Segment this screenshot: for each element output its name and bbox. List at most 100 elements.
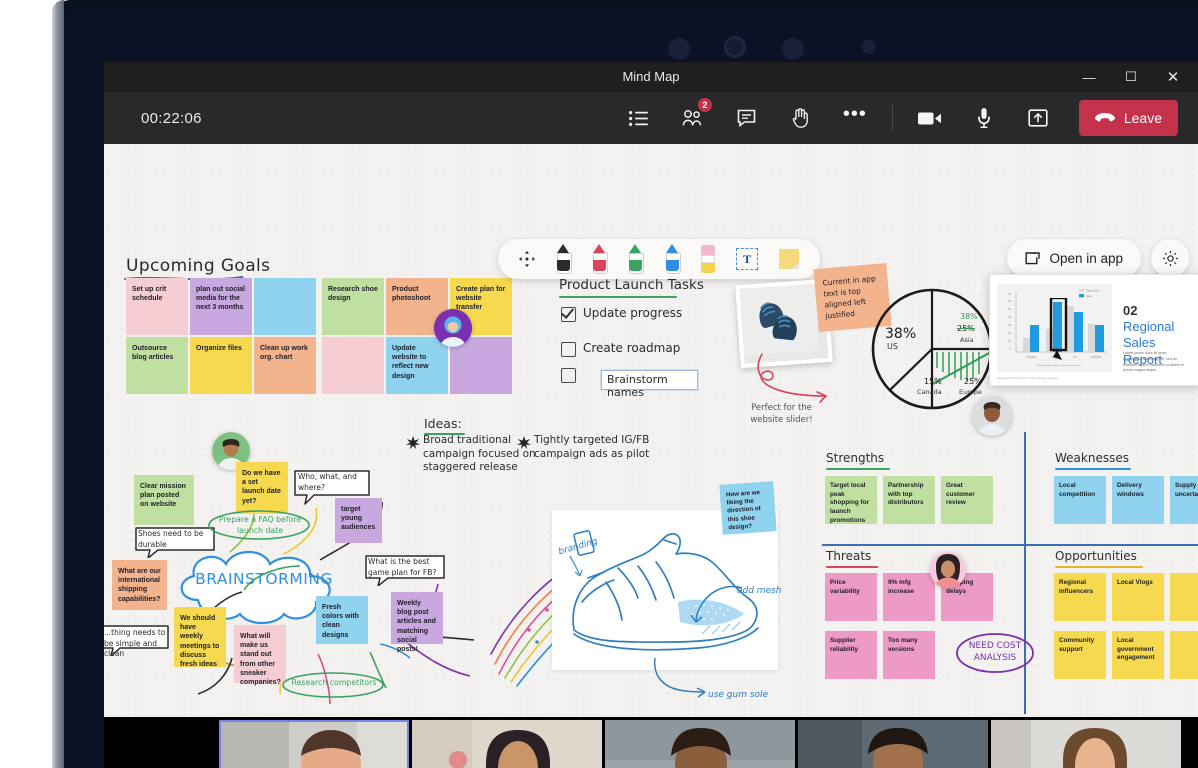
goal-note[interactable]: Set up crit schedule: [126, 278, 188, 335]
text-edit-value: Brainstorm names: [607, 373, 668, 399]
task-checkbox[interactable]: [561, 307, 576, 322]
open-in-app-button[interactable]: Open in app: [1007, 239, 1141, 277]
goal-note[interactable]: Research shoe design: [322, 278, 384, 335]
minimize-button[interactable]: —: [1068, 62, 1110, 92]
svg-text:20: 20: [1008, 331, 1011, 335]
move-tool[interactable]: [518, 251, 535, 267]
svg-text:Sales: Sales: [1086, 295, 1093, 298]
swot-card[interactable]: Local competition: [1054, 476, 1106, 524]
camera-icon[interactable]: [912, 100, 948, 136]
video-tile-2[interactable]: [412, 720, 602, 768]
more-options-icon[interactable]: •••: [837, 96, 873, 140]
swot-card[interactable]: Local Vlogs: [1112, 573, 1164, 621]
swot-card[interactable]: [1170, 631, 1198, 679]
task-checkbox[interactable]: [561, 342, 576, 357]
eraser-tool[interactable]: [700, 245, 715, 273]
swot-weaknesses-heading: Weaknesses: [1055, 451, 1129, 465]
pie-label-canada: Canada: [917, 388, 942, 396]
swot-card[interactable]: Too many versions: [883, 631, 935, 679]
video-tile-3[interactable]: [605, 720, 795, 768]
mindmap-bubble-text: Shoes need to be durable: [138, 529, 204, 549]
mindmap-bubble-text: ...thing needs to be simple and clean: [104, 628, 166, 658]
mindmap-note[interactable]: Weekly blog post articles and matching s…: [391, 592, 443, 653]
leave-button[interactable]: Leave: [1078, 100, 1178, 136]
collaborator-avatar-1: [434, 309, 472, 347]
task-label: Update progress: [583, 306, 683, 320]
pie-label-europe: Europe: [959, 388, 982, 396]
video-tile-5[interactable]: [991, 720, 1181, 768]
pie-value-asia-old: 25%: [957, 324, 975, 333]
swot-card[interactable]: Supplier reliability: [825, 631, 877, 679]
chat-icon[interactable]: [729, 100, 765, 136]
screenshot-root: Mind Map — ☐ ✕ 00:22:06 2 ••• Leave Upco…: [0, 0, 1198, 768]
pen-red[interactable]: [592, 244, 609, 274]
swot-card[interactable]: Supply uncertainty: [1170, 476, 1198, 524]
mindmap-note[interactable]: Fresh colors with clean designs: [316, 596, 368, 644]
swot-card[interactable]: Price variability: [825, 573, 877, 621]
meeting-toolbar: 00:22:06 2 ••• Leave: [104, 92, 1198, 144]
mindmap-note[interactable]: Clear mission plan posted on website: [134, 475, 194, 525]
toolbar-divider: [891, 105, 893, 131]
roster-list-icon[interactable]: [621, 100, 657, 136]
mindmap-bubble-text: Who, what, and where?: [298, 472, 357, 492]
goal-note[interactable]: Update website to reflect new design: [386, 337, 448, 394]
hangup-icon: [1094, 112, 1115, 121]
idea-text: Tightly targeted IG/FB campaign ads as p…: [534, 434, 650, 460]
video-tile-1[interactable]: [219, 720, 409, 768]
people-icon[interactable]: 2: [675, 98, 712, 136]
meeting-timer: 00:22:06: [141, 109, 202, 127]
goal-note[interactable]: [254, 278, 316, 335]
pen-blue[interactable]: [665, 244, 681, 274]
svg-text:Target Sales: Target Sales: [1086, 290, 1100, 293]
cost-analysis-text: NEED COST ANALYSIS: [968, 641, 1022, 664]
mindmap-note[interactable]: We should have weekly meetings to discus…: [174, 607, 226, 668]
slide-preview-panel[interactable]: 0 10 20 30 40 50 60 70 CANADA ASIA US EU…: [989, 274, 1198, 386]
goal-note[interactable]: [322, 337, 384, 394]
swot-card[interactable]: Regional influencers: [1054, 573, 1106, 621]
whiteboard-canvas[interactable]: Upcoming Goals Q1 Q2 Set up crit schedul…: [104, 144, 1198, 717]
branding-arrow: [569, 555, 583, 577]
swot-card[interactable]: Community support: [1054, 631, 1106, 679]
text-tool[interactable]: T: [736, 248, 759, 270]
swot-card[interactable]: Partnership with top distributors: [883, 476, 935, 524]
mindmap-note[interactable]: What are our international shipping capa…: [112, 560, 167, 610]
mindmap-note[interactable]: What will make us stand out from other s…: [234, 625, 286, 686]
microphone-icon[interactable]: [966, 100, 1002, 136]
swot-card[interactable]: 9% mfg increase: [883, 573, 935, 621]
swot-card[interactable]: Delivery windows: [1112, 476, 1164, 524]
sole-arrow: [653, 657, 706, 698]
share-screen-icon[interactable]: [1020, 100, 1056, 136]
pie-value-asia-new: 38%: [960, 312, 978, 321]
swot-threats-heading: Threats: [826, 549, 872, 563]
goal-note[interactable]: plan out social media for the next 3 mon…: [190, 278, 252, 335]
sticky-note-tool[interactable]: [779, 249, 800, 269]
raise-hand-icon[interactable]: [783, 100, 819, 136]
mindmap-note[interactable]: Do we have a set launch date yet?: [236, 462, 288, 514]
pen-black[interactable]: [556, 244, 572, 274]
maximize-button[interactable]: ☐: [1110, 62, 1152, 92]
swot-card[interactable]: Local government engagement: [1112, 631, 1164, 679]
goal-note[interactable]: Organize files: [190, 337, 252, 394]
whiteboard-pen-toolbar[interactable]: T: [498, 239, 820, 279]
video-tile-4[interactable]: [798, 720, 988, 768]
goal-note[interactable]: Outsource blog articles: [126, 337, 188, 394]
slide-footer: Regional Sales Report | 2021 Quarter Res…: [997, 376, 1058, 380]
goal-note[interactable]: Clean up work org. chart: [254, 337, 316, 394]
swot-card[interactable]: Target local peak shopping for launch pr…: [825, 476, 877, 524]
task-checkbox[interactable]: [561, 368, 576, 383]
close-button[interactable]: ✕: [1152, 62, 1194, 92]
swot-card[interactable]: [1170, 573, 1198, 621]
swot-card[interactable]: Great customer review: [941, 476, 993, 524]
sticky-note-shoe-question[interactable]: How are we liking the direction of this …: [719, 481, 777, 535]
pie-label-us: US: [887, 342, 898, 351]
svg-text:70: 70: [1008, 292, 1011, 296]
text-edit-box[interactable]: Brainstorm names: [601, 370, 698, 399]
mesh-arrow: [690, 585, 743, 623]
svg-text:CANADA: CANADA: [1026, 356, 1036, 359]
svg-text:EUROPE: EUROPE: [1091, 356, 1102, 359]
pen-green[interactable]: [628, 244, 645, 274]
settings-gear-icon[interactable]: [1151, 239, 1189, 277]
slide-number: 02: [1123, 303, 1138, 318]
svg-text:30: 30: [1008, 323, 1011, 327]
pie-value-europe: 25%: [964, 377, 982, 386]
